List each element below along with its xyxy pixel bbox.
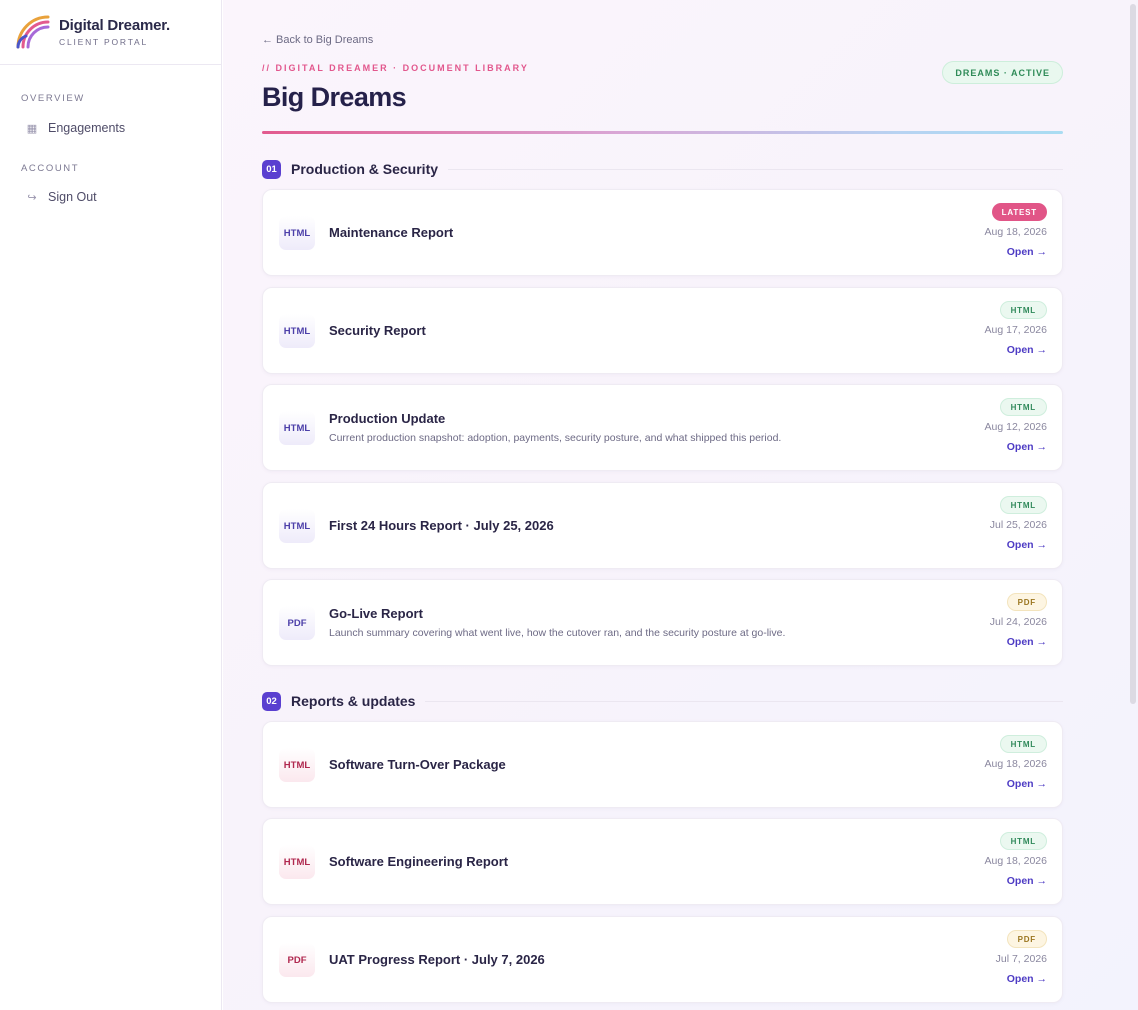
document-card[interactable]: HTML Software Engineering Report HTML Au… <box>262 818 1063 905</box>
format-badge: HTML <box>999 496 1047 514</box>
sidebar-item-engagements[interactable]: ▦ Engagements <box>0 121 221 135</box>
format-badge: PDF <box>1006 930 1047 948</box>
html-file-icon: HTML <box>279 411 315 445</box>
document-title: Security Report <box>329 323 426 338</box>
section-header: 01 Production & Security <box>262 159 1063 179</box>
sidebar-item-label: Engagements <box>48 121 126 135</box>
document-date: Aug 18, 2026 <box>984 226 1047 238</box>
document-title: First 24 Hours Report · July 25, 2026 <box>329 518 554 533</box>
brand-subtitle: CLIENT PORTAL <box>59 37 149 47</box>
status-badge: DREAMS · ACTIVE <box>942 61 1063 84</box>
document-date: Aug 17, 2026 <box>984 324 1047 336</box>
nav-section-overview: OVERVIEW <box>21 93 85 104</box>
html-file-icon: HTML <box>279 509 315 543</box>
sidebar: Digital Dreamer. CLIENT PORTAL OVERVIEW … <box>0 0 222 1010</box>
open-link[interactable]: Open → <box>1007 246 1047 258</box>
grid-icon: ▦ <box>26 122 38 135</box>
open-link[interactable]: Open → <box>1007 344 1047 356</box>
eyebrow: // DIGITAL DREAMER · DOCUMENT LIBRARY <box>262 63 529 73</box>
section-title: Reports & updates <box>291 693 416 709</box>
section-title: Production & Security <box>291 161 439 177</box>
sidebar-item-sign-out[interactable]: ↪ Sign Out <box>0 190 221 204</box>
open-link[interactable]: Open → <box>1007 973 1047 985</box>
document-date: Aug 18, 2026 <box>984 758 1047 770</box>
document-description: Current production snapshot: adoption, p… <box>329 432 782 444</box>
format-badge: HTML <box>999 301 1047 319</box>
document-title: Software Engineering Report <box>329 854 509 869</box>
format-badge: PDF <box>1006 593 1047 611</box>
open-link[interactable]: Open → <box>1007 441 1047 453</box>
document-title: Production Update <box>329 411 446 426</box>
document-card[interactable]: HTML Software Turn-Over Package HTML Aug… <box>262 721 1063 808</box>
nav-section-account: ACCOUNT <box>21 163 80 174</box>
document-date: Jul 25, 2026 <box>989 519 1047 531</box>
open-link[interactable]: Open → <box>1007 539 1047 551</box>
document-card[interactable]: HTML First 24 Hours Report · July 25, 20… <box>262 482 1063 569</box>
html-file-icon: HTML <box>279 748 315 782</box>
document-date: Aug 12, 2026 <box>984 421 1047 433</box>
html-file-icon: HTML <box>279 216 315 250</box>
document-card[interactable]: PDF UAT Progress Report · July 7, 2026 P… <box>262 916 1063 1003</box>
sidebar-item-label: Sign Out <box>48 190 97 204</box>
html-file-icon: HTML <box>279 314 315 348</box>
rainbow-logo-icon <box>16 15 50 49</box>
format-badge: HTML <box>999 832 1047 850</box>
document-card[interactable]: HTML Security Report HTML Aug 17, 2026 O… <box>262 287 1063 374</box>
main-content: ← Back to Big Dreams // DIGITAL DREAMER … <box>223 0 1138 1010</box>
pdf-file-icon: PDF <box>279 606 315 640</box>
brand[interactable]: Digital Dreamer. CLIENT PORTAL <box>0 0 221 65</box>
document-card[interactable]: HTML Production Update Current productio… <box>262 384 1063 471</box>
brand-name: Digital Dreamer. <box>59 17 171 34</box>
document-card[interactable]: HTML Maintenance Report LATEST Aug 18, 2… <box>262 189 1063 276</box>
scrollbar[interactable] <box>1130 4 1136 704</box>
document-title: Maintenance Report <box>329 225 454 240</box>
open-link[interactable]: Open → <box>1007 778 1047 790</box>
document-date: Jul 7, 2026 <box>995 953 1047 965</box>
section-number: 01 <box>262 159 281 179</box>
document-title: Software Turn-Over Package <box>329 757 506 772</box>
back-link[interactable]: ← Back to Big Dreams <box>262 34 373 46</box>
document-card[interactable]: PDF Go-Live Report Launch summary coveri… <box>262 579 1063 666</box>
page-title: Big Dreams <box>262 82 407 112</box>
sign-out-icon: ↪ <box>27 191 37 204</box>
document-title: Go-Live Report <box>329 606 423 621</box>
section-number: 02 <box>262 691 281 711</box>
title-divider <box>262 131 1063 134</box>
html-file-icon: HTML <box>279 845 315 879</box>
document-description: Launch summary covering what went live, … <box>329 627 786 639</box>
document-title: UAT Progress Report · July 7, 2026 <box>329 952 545 967</box>
pdf-file-icon: PDF <box>279 943 315 977</box>
open-link[interactable]: Open → <box>1007 636 1047 648</box>
section-divider <box>448 168 1063 170</box>
latest-badge: LATEST <box>991 203 1047 221</box>
section-header: 02 Reports & updates <box>262 691 1063 711</box>
format-badge: HTML <box>999 398 1047 416</box>
document-date: Aug 18, 2026 <box>984 855 1047 867</box>
open-link[interactable]: Open → <box>1007 875 1047 887</box>
format-badge: HTML <box>999 735 1047 753</box>
document-date: Jul 24, 2026 <box>989 616 1047 628</box>
section-divider <box>425 700 1063 702</box>
